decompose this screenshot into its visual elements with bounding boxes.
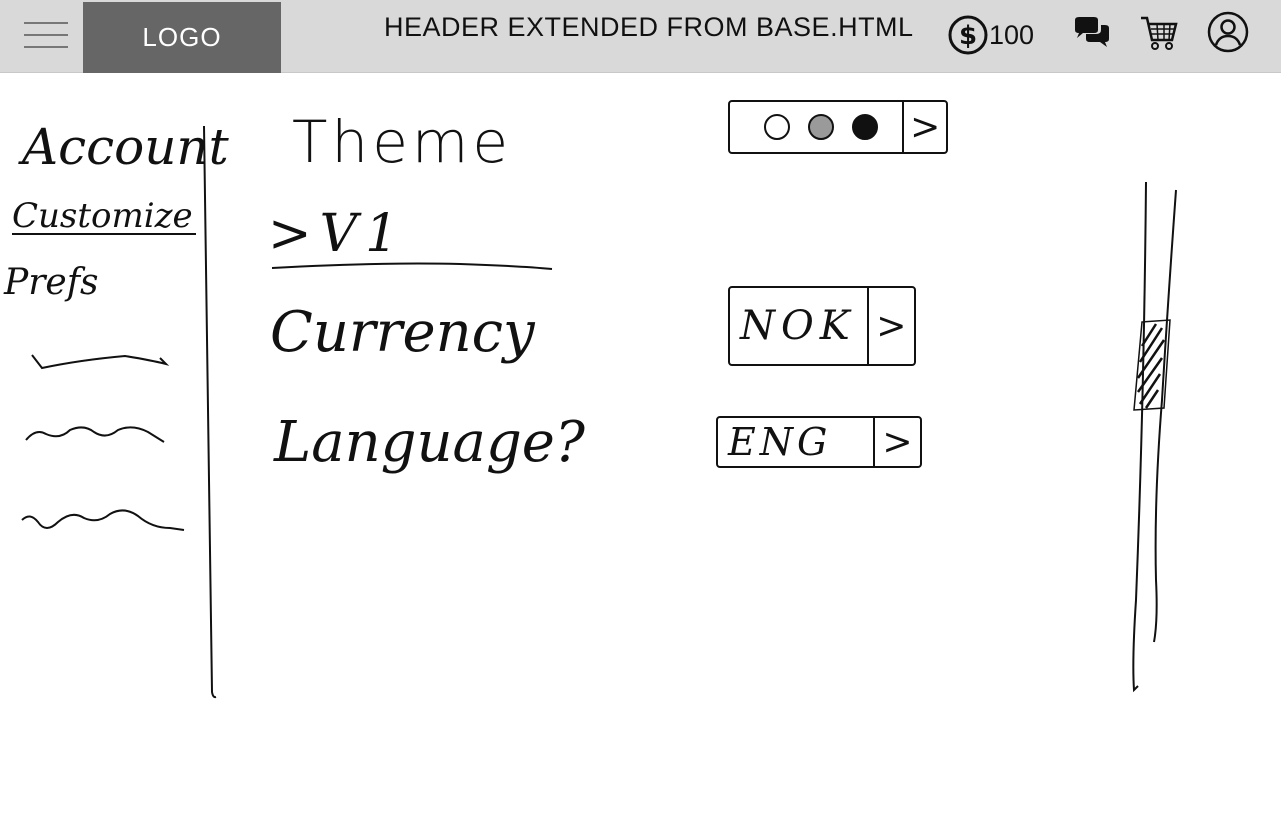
scrollbar-track-right bbox=[1153, 189, 1177, 643]
chat-icon[interactable] bbox=[1072, 16, 1112, 52]
svg-text:$: $ bbox=[959, 21, 977, 51]
language-selector[interactable]: ENG > bbox=[716, 416, 922, 468]
currency-next-button[interactable]: > bbox=[866, 288, 914, 364]
header-title: HEADER EXTENDED FROM BASE.HTML bbox=[384, 12, 914, 42]
coin-amount: 100 bbox=[989, 19, 1035, 50]
coin-balance[interactable]: $ 100 bbox=[948, 15, 1034, 55]
sidebar-placeholder-1 bbox=[31, 354, 170, 370]
currency-selector[interactable]: NOK > bbox=[728, 286, 916, 366]
theme-selector[interactable]: > bbox=[728, 100, 948, 154]
sidebar-item-account[interactable]: Account bbox=[22, 118, 229, 176]
language-value: ENG bbox=[728, 420, 832, 464]
cart-icon[interactable] bbox=[1139, 14, 1179, 52]
sidebar-placeholder-2 bbox=[25, 426, 165, 443]
active-indicator bbox=[12, 233, 196, 235]
scrollbar-thumb[interactable] bbox=[1128, 316, 1178, 416]
sidebar-divider bbox=[203, 125, 217, 699]
language-next-button[interactable]: > bbox=[873, 418, 920, 466]
theme-swatch-light[interactable] bbox=[764, 114, 790, 140]
sidebar-item-prefs[interactable]: Prefs bbox=[4, 262, 99, 303]
currency-value: NOK bbox=[740, 303, 856, 349]
language-label: Language? bbox=[274, 410, 585, 475]
scrollbar-track-left bbox=[1132, 181, 1147, 693]
ui-version-label[interactable]: >V1 bbox=[268, 204, 406, 264]
dollar-coin-icon: $ bbox=[948, 15, 988, 55]
logo[interactable]: LOGO bbox=[83, 2, 281, 73]
sidebar-placeholder-3 bbox=[21, 509, 185, 531]
header: LOGO HEADER EXTENDED FROM BASE.HTML $ 10… bbox=[0, 0, 1281, 73]
theme-swatches bbox=[730, 102, 902, 152]
currency-label: Currency bbox=[270, 300, 535, 365]
theme-swatch-dark[interactable] bbox=[852, 114, 878, 140]
theme-swatch-gray[interactable] bbox=[808, 114, 834, 140]
menu-icon[interactable] bbox=[24, 22, 68, 52]
theme-next-button[interactable]: > bbox=[902, 102, 946, 152]
theme-label: Theme bbox=[292, 108, 513, 176]
sidebar-item-customize[interactable]: Customize bbox=[12, 196, 193, 236]
profile-icon[interactable] bbox=[1207, 11, 1249, 53]
ui-underline bbox=[271, 262, 553, 270]
